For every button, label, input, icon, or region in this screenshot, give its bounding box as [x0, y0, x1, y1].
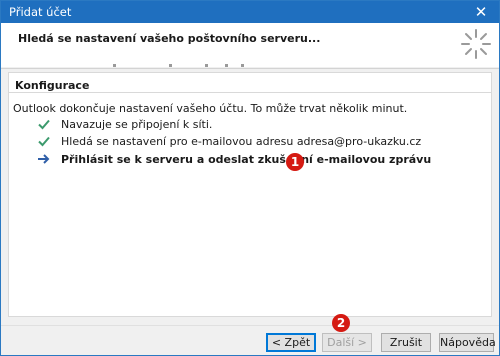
- page-title: Hledá se nastavení vašeho poštovního ser…: [18, 32, 321, 45]
- section-title: Konfigurace: [15, 79, 90, 92]
- footer-divider: [1, 325, 499, 326]
- close-icon[interactable]: ✕: [467, 2, 495, 22]
- section-divider: [9, 92, 491, 93]
- title-bar: Přidat účet ✕: [1, 1, 499, 23]
- header-divider: [1, 68, 499, 69]
- window-title: Přidat účet: [9, 5, 72, 19]
- add-account-dialog: Přidat účet ✕ Hledá se nastavení vašeho …: [0, 0, 500, 356]
- step-label: Navazuje se připojení k síti.: [61, 118, 213, 131]
- next-button[interactable]: Další >: [322, 333, 372, 352]
- cancel-button[interactable]: Zrušit: [381, 333, 431, 352]
- intro-text: Outlook dokončuje nastavení vašeho účtu.…: [13, 102, 408, 115]
- busy-spinner-icon: [461, 29, 491, 59]
- checkmark-icon: [38, 119, 50, 130]
- step-label: Přihlásit se k serveru a odeslat zkušebn…: [61, 153, 432, 166]
- configuration-panel: Konfigurace Outlook dokončuje nastavení …: [8, 72, 492, 317]
- dialog-header: Hledá se nastavení vašeho poštovního ser…: [1, 23, 499, 67]
- back-button[interactable]: < Zpět: [266, 333, 316, 352]
- callout-badge-2: 2: [332, 314, 350, 332]
- progress-indicator: [113, 64, 253, 70]
- step-label: Hledá se nastavení pro e-mailovou adresu…: [61, 135, 422, 148]
- callout-badge-1: 1: [286, 153, 304, 171]
- arrow-right-icon: [38, 154, 50, 164]
- help-button[interactable]: Nápověda: [439, 333, 496, 352]
- checkmark-icon: [38, 136, 50, 147]
